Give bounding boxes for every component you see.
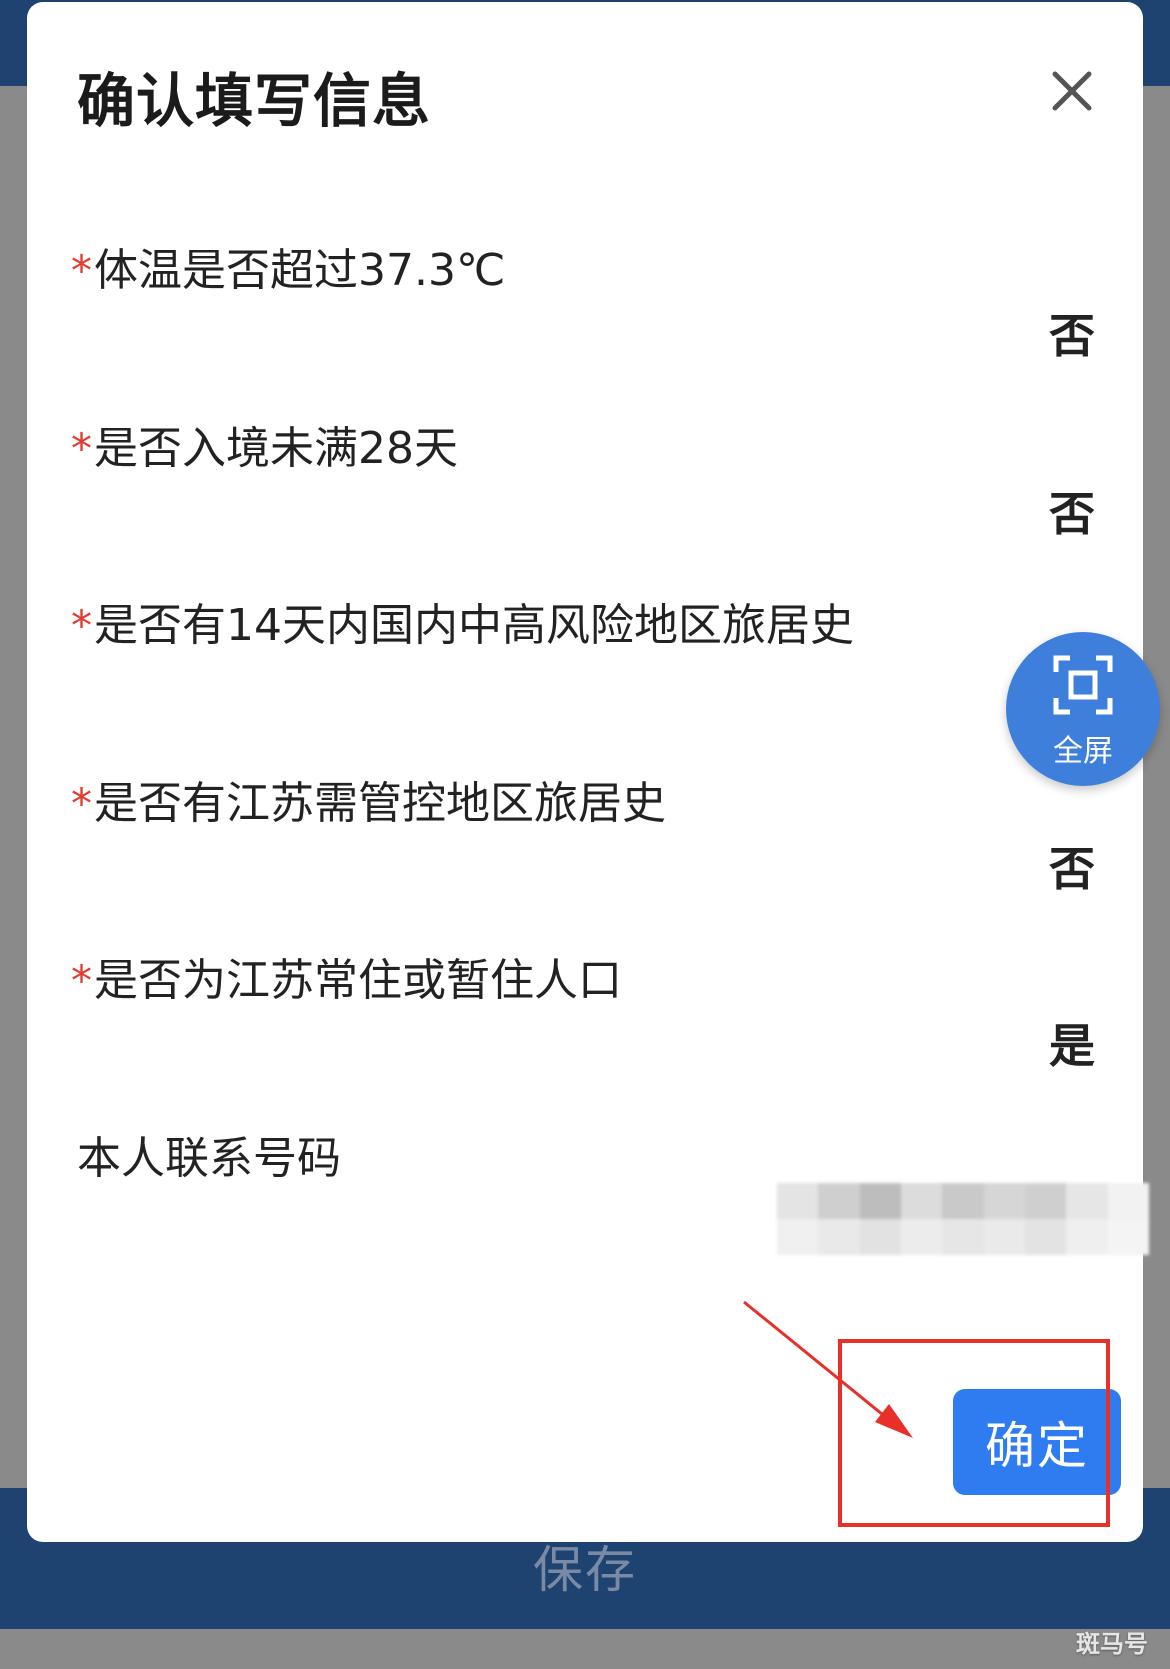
- required-mark: *: [71, 956, 92, 1005]
- answer-value[interactable]: 否: [1049, 478, 1095, 544]
- confirm-info-dialog: 确认填写信息 *体温是否超过37.3℃ 否 *是否入境未满28天 否 *是否有1…: [27, 2, 1143, 1542]
- question-text: 是否有14天内国内中高风险地区旅居史: [94, 600, 854, 651]
- annotation-highlight-box: [838, 1339, 1110, 1527]
- fullscreen-frame-icon: [1053, 655, 1113, 715]
- question-label: *是否入境未满28天: [71, 412, 458, 476]
- answer-value[interactable]: 否: [1049, 300, 1095, 366]
- question-text: 是否入境未满28天: [94, 423, 458, 474]
- bottom-strip: [0, 1629, 1170, 1669]
- question-label: *体温是否超过37.3℃: [71, 234, 505, 298]
- question-text: 是否有江苏需管控地区旅居史: [94, 778, 666, 829]
- question-text: 体温是否超过37.3℃: [94, 245, 506, 296]
- question-label: *是否有14天内国内中高风险地区旅居史: [71, 589, 854, 653]
- phone-number-redacted: [777, 1183, 1149, 1255]
- fullscreen-label: 全屏: [1053, 734, 1113, 769]
- dialog-title: 确认填写信息: [77, 67, 432, 135]
- required-mark: *: [71, 246, 92, 295]
- required-mark: *: [71, 424, 92, 473]
- phone-label: 本人联系号码: [77, 1133, 341, 1184]
- question-text: 是否为江苏常住或暂住人口: [94, 955, 622, 1006]
- answer-value[interactable]: 是: [1049, 1010, 1095, 1076]
- answer-value[interactable]: 否: [1049, 833, 1095, 899]
- fullscreen-button[interactable]: 全屏: [1006, 632, 1160, 786]
- required-mark: *: [71, 779, 92, 828]
- question-label: *是否为江苏常住或暂住人口: [71, 944, 622, 1008]
- question-label: *是否有江苏需管控地区旅居史: [71, 767, 666, 831]
- close-button[interactable]: [1047, 66, 1097, 116]
- close-icon: [1052, 71, 1092, 111]
- watermark: 斑马号: [1076, 1630, 1148, 1658]
- required-mark: *: [71, 601, 92, 650]
